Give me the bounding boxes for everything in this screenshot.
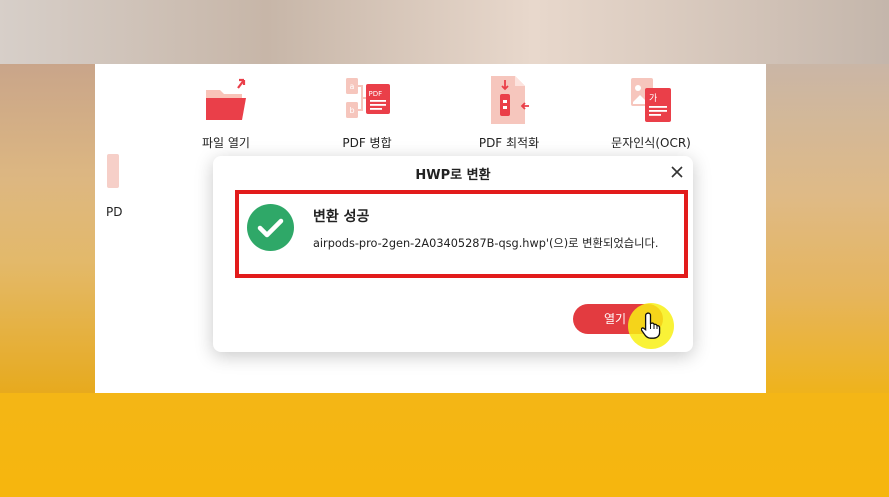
tool-ocr[interactable]: 가 문자인식(OCR) (586, 76, 716, 151)
ocr-icon: 가 (627, 76, 675, 126)
tool-pdf-optimize-label: PDF 최적화 (478, 136, 540, 150)
svg-text:b: b (350, 106, 355, 115)
background-wall-left (0, 64, 95, 394)
success-highlight-box: 변환 성공 airpods-pro-2gen-2A03405287B-qsg.h… (235, 190, 688, 278)
svg-text:가: 가 (649, 93, 657, 104)
background-floor (0, 393, 889, 497)
svg-text:PDF: PDF (369, 90, 383, 98)
pdf-merge-icon: a b PDF (343, 76, 391, 126)
tool-ocr-label: 문자인식(OCR) (611, 136, 691, 150)
success-title: 변환 성공 (313, 209, 370, 225)
dialog-title: HWP로 변환 (415, 168, 491, 183)
svg-text:a: a (350, 82, 355, 91)
tool-partial-label: PD (106, 205, 123, 219)
close-button[interactable] (667, 162, 687, 182)
check-circle-icon (247, 204, 294, 251)
tool-pdf-merge[interactable]: a b PDF PDF 병합 (302, 76, 432, 151)
tool-open-file-label: 파일 열기 (202, 136, 250, 150)
convert-dialog: HWP로 변환 변환 성공 airpods-pro-2gen-2A0340528… (213, 156, 693, 352)
tool-pdf-merge-label: PDF 병합 (342, 136, 392, 150)
tool-open-file[interactable]: 파일 열기 (161, 76, 291, 151)
close-icon (671, 166, 683, 178)
folder-open-icon (202, 76, 250, 126)
pdf-compress-icon (485, 76, 533, 126)
success-message: airpods-pro-2gen-2A03405287B-qsg.hwp'(으)… (313, 237, 659, 250)
hand-cursor-icon (640, 311, 663, 339)
pdf-file-icon (107, 154, 119, 188)
background-wall-top (0, 0, 889, 64)
background-wall-right (766, 64, 889, 394)
tool-pdf-optimize[interactable]: PDF 최적화 (444, 76, 574, 151)
